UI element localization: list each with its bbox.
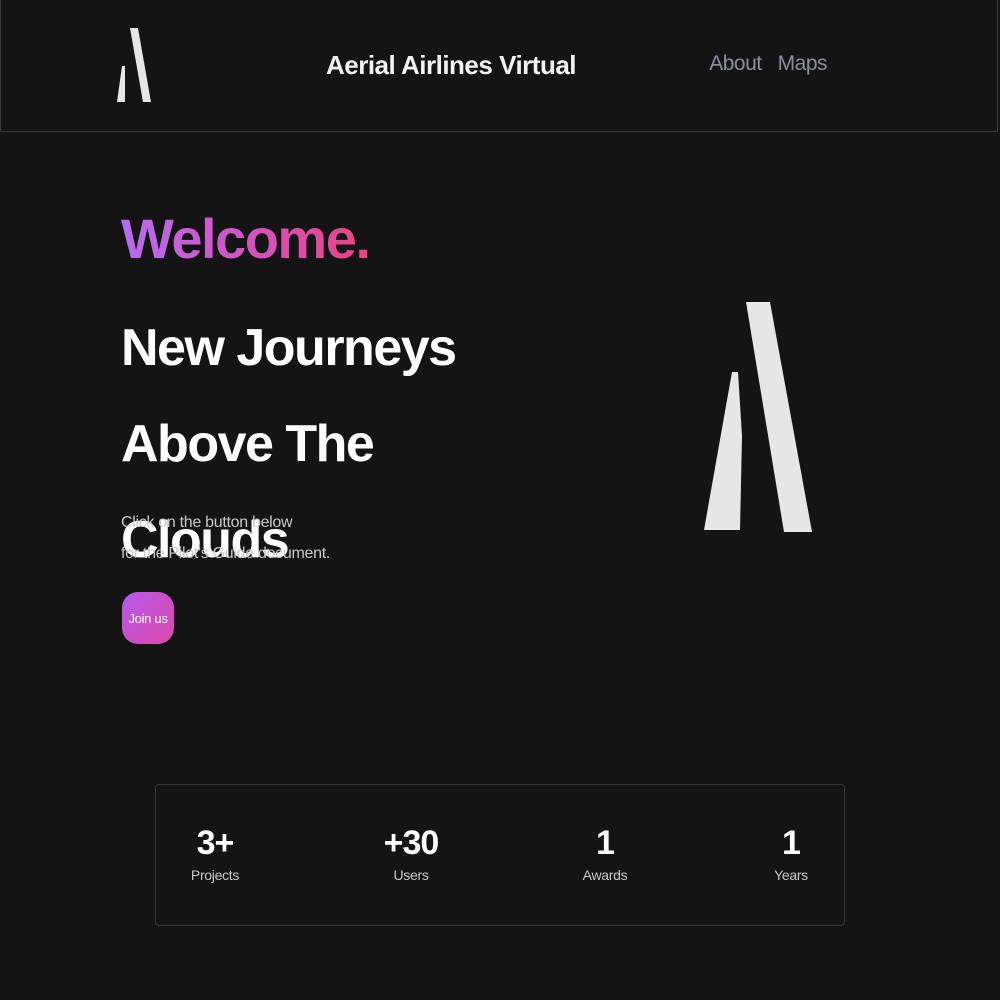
nav-link-maps[interactable]: Maps [778, 52, 828, 76]
stat-value: +30 [383, 824, 440, 862]
stat-awards: 1 Awards [545, 823, 665, 883]
stat-users: +30 Users [351, 823, 471, 883]
aerial-logo-large-icon [704, 302, 812, 532]
main-nav: About Maps [709, 52, 827, 76]
stat-label: Years [774, 867, 808, 883]
stat-years: 1 Years [731, 823, 851, 883]
stats-panel: 3+ Projects +30 Users 1 Awards 1 Years [155, 784, 845, 926]
stat-value: 1 [596, 824, 615, 862]
stat-projects: 3+ Projects [155, 823, 275, 883]
stat-value: 1 [782, 824, 801, 862]
hero-subtext: Click on the button below for the Pilot'… [121, 507, 330, 569]
join-us-button[interactable]: Join us [122, 592, 174, 644]
stat-label: Users [393, 867, 429, 883]
hero-subtext-line2: for the Pilot's Guide document. [121, 545, 330, 562]
welcome-heading: Welcome. [121, 207, 371, 270]
stat-label: Awards [582, 867, 628, 883]
nav-link-about[interactable]: About [709, 52, 762, 76]
site-header: Aerial Airlines Virtual About Maps [0, 0, 998, 132]
hero-subtext-line1: Click on the button below [121, 514, 293, 531]
stat-value: 3+ [196, 824, 235, 862]
page: Aerial Airlines Virtual About Maps Welco… [0, 0, 1000, 1000]
stat-label: Projects [190, 867, 240, 883]
hero-headline-line1: New Journeys Above The [121, 319, 457, 473]
